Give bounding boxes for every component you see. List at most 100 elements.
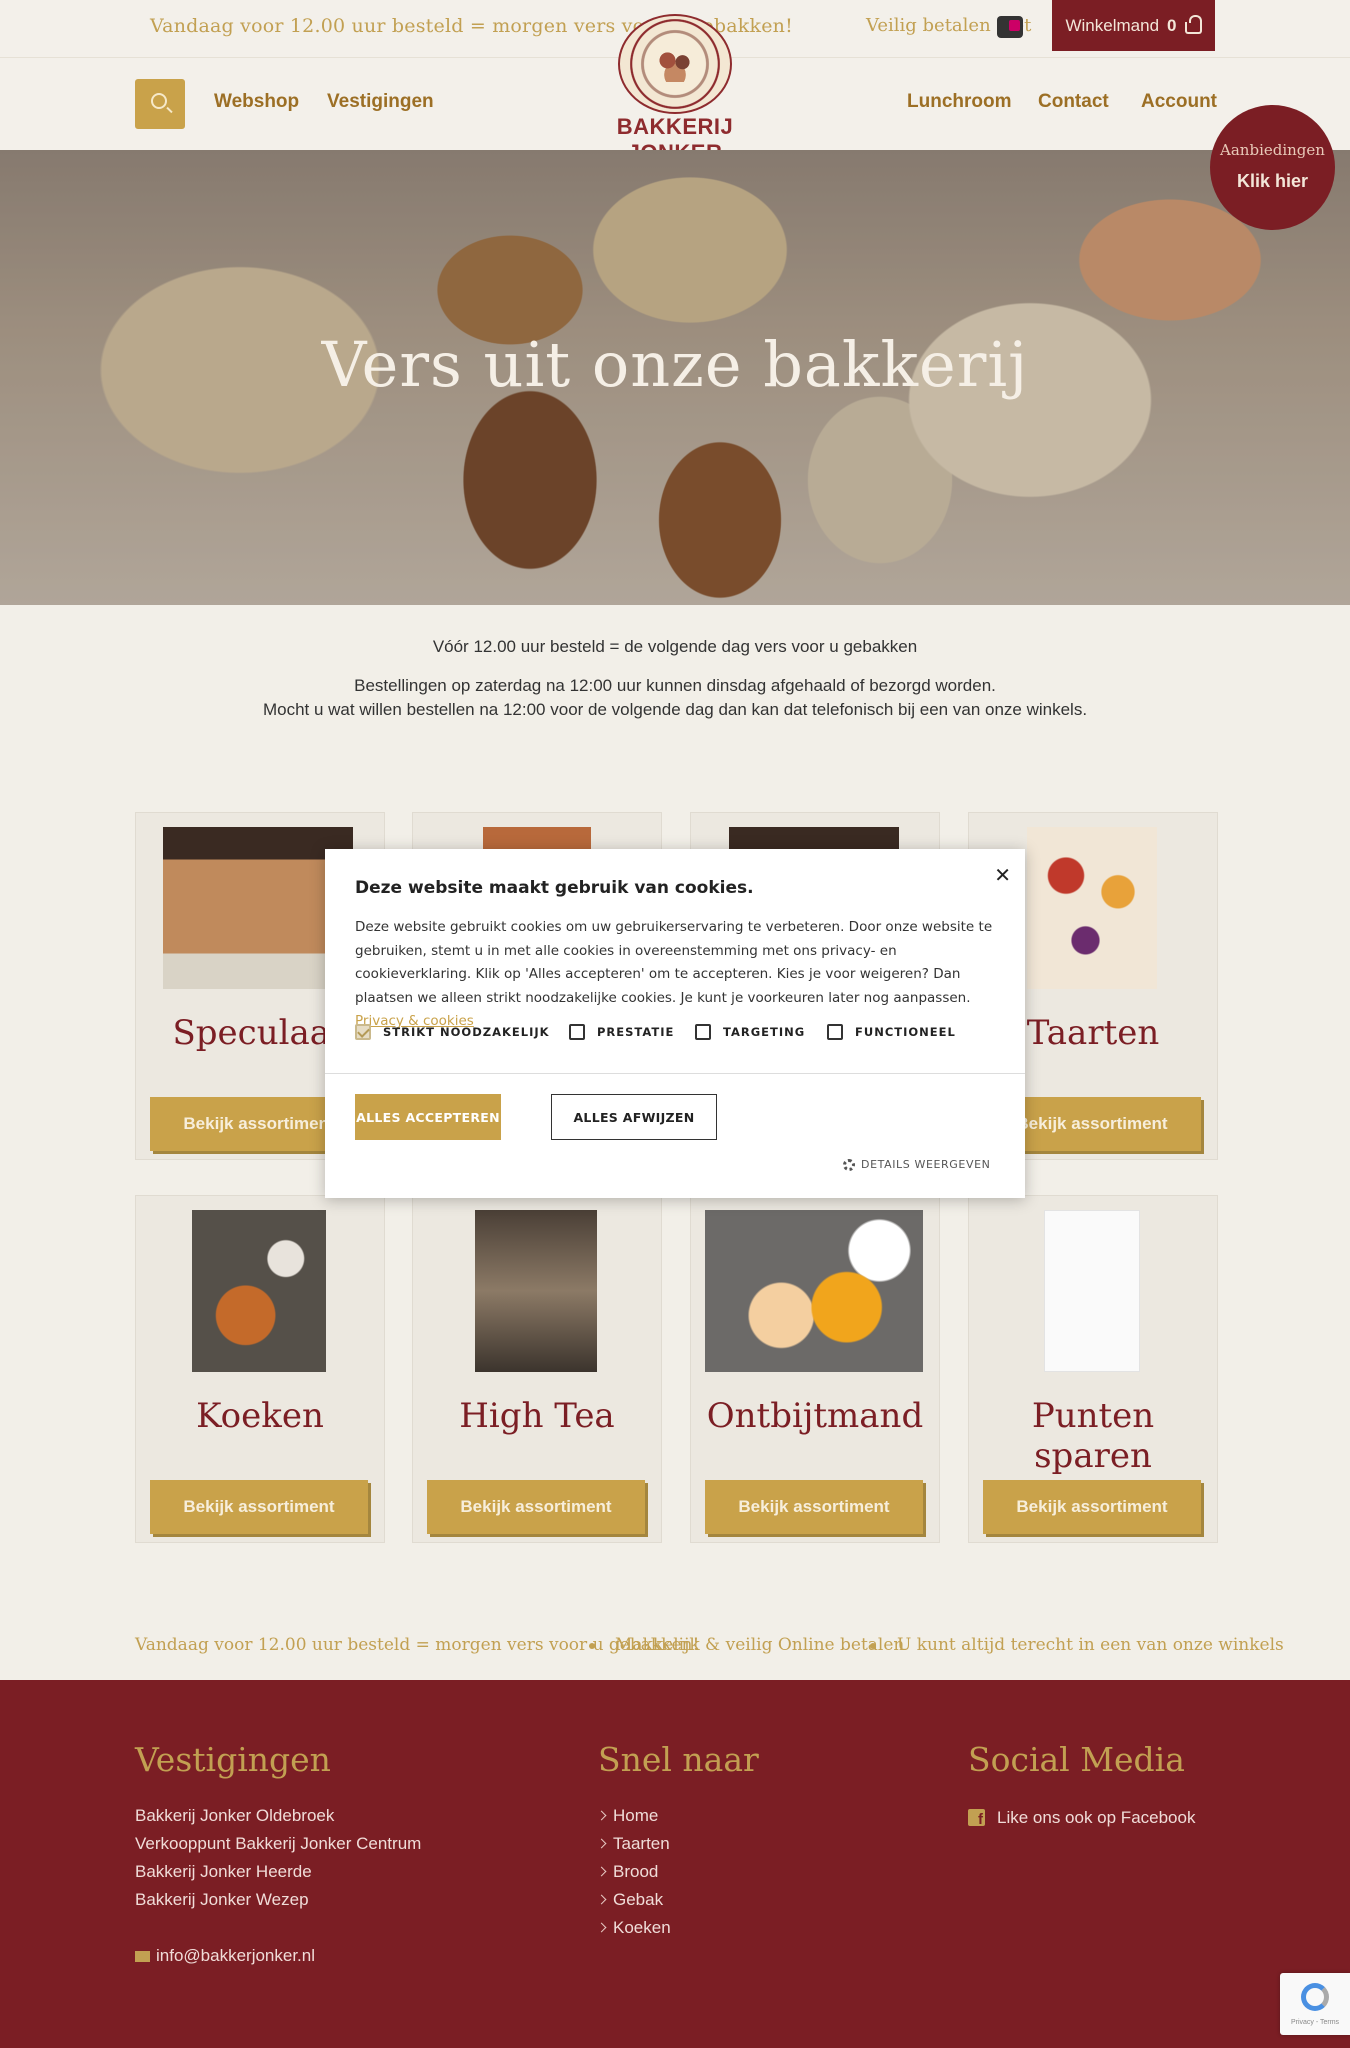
- envelope-icon: [135, 1951, 150, 1962]
- recaptcha-badge[interactable]: Privacy - Terms: [1280, 1973, 1350, 2035]
- product-name: Punten sparen: [1031, 1396, 1155, 1476]
- checkbox-icon: [695, 1024, 711, 1040]
- footer-location-link[interactable]: Verkooppunt Bakkerij Jonker Centrum: [135, 1834, 421, 1854]
- cookie-body: Deze website gebruikt cookies om uw gebr…: [355, 916, 1005, 1034]
- nav-webshop[interactable]: Webshop: [214, 91, 299, 113]
- footer-quicklink-label: Taarten: [613, 1834, 670, 1853]
- checkbox-label: STRIKT NOODZAKELIJK: [383, 1025, 550, 1039]
- checkbox-icon: [569, 1024, 585, 1040]
- ideal-icon: [997, 16, 1023, 38]
- checkbox-performance[interactable]: PRESTATIE: [569, 1024, 674, 1040]
- cart-label: Winkelmand: [1065, 15, 1160, 35]
- checkbox-label: PRESTATIE: [597, 1025, 675, 1039]
- footer-quicklink-label: Gebak: [613, 1890, 664, 1909]
- footer-email-link[interactable]: info@bakkerjonker.nl: [135, 1946, 315, 1966]
- checkbox-label: TARGETING: [723, 1025, 806, 1039]
- close-icon[interactable]: ✕: [994, 863, 1011, 887]
- facebook-icon: [968, 1809, 985, 1828]
- info-line-2: Bestellingen op zaterdag na 12:00 uur ku…: [354, 676, 996, 695]
- chevron-right-icon: [596, 1866, 607, 1877]
- product-image[interactable]: [1027, 827, 1157, 989]
- checkbox-strictly-necessary[interactable]: STRIKT NOODZAKELIJK: [355, 1024, 550, 1040]
- recaptcha-icon: [1301, 1983, 1329, 2011]
- show-details-button[interactable]: DETAILS WEERGEVEN: [843, 1158, 990, 1171]
- footer-quicklink[interactable]: Taarten: [596, 1834, 670, 1854]
- product-card: Koeken Bekijk assortiment: [135, 1195, 385, 1543]
- usp-item: Makkelijk & veilig Online betalen: [615, 1635, 905, 1655]
- product-name: Ontbijtmand: [706, 1396, 924, 1436]
- chevron-right-icon: [596, 1838, 607, 1849]
- reject-all-button[interactable]: ALLES AFWIJZEN: [551, 1094, 717, 1140]
- product-card: Punten sparen Bekijk assortiment: [968, 1195, 1218, 1543]
- footer-vestigingen-title: Vestigingen: [135, 1740, 331, 1779]
- footer-quicklink[interactable]: Koeken: [596, 1918, 671, 1938]
- accept-all-button[interactable]: ALLES ACCEPTEREN: [355, 1094, 501, 1140]
- footer-quicklink[interactable]: Brood: [596, 1862, 659, 1882]
- gear-icon: [843, 1158, 855, 1171]
- product-image[interactable]: [705, 1210, 923, 1372]
- checkbox-label: FUNCTIONEEL: [855, 1025, 956, 1039]
- facebook-link[interactable]: Like ons ook op Facebook: [968, 1806, 1195, 1828]
- logo[interactable]: BAKKERIJ JONKER: [570, 10, 780, 165]
- product-card: High Tea Bekijk assortiment: [412, 1195, 662, 1543]
- product-card: Ontbijtmand Bekijk assortiment: [690, 1195, 940, 1543]
- product-image[interactable]: [1044, 1210, 1140, 1372]
- footer-quicklink[interactable]: Home: [596, 1806, 659, 1826]
- product-name: High Tea: [459, 1396, 615, 1436]
- footer-location-link[interactable]: Bakkerij Jonker Wezep: [135, 1890, 309, 1910]
- hero-banner: Vers uit onze bakkerij: [0, 150, 1350, 605]
- footer-location-link[interactable]: Bakkerij Jonker Heerde: [135, 1862, 312, 1882]
- cookie-text: Deze website gebruikt cookies om uw gebr…: [355, 919, 993, 1006]
- bullet-icon: [870, 1643, 876, 1649]
- offers-badge-button[interactable]: Aanbiedingen Klik hier: [1210, 105, 1335, 230]
- product-name: Koeken: [196, 1396, 324, 1436]
- nav-lunchroom[interactable]: Lunchroom: [907, 91, 1012, 113]
- product-image[interactable]: [192, 1210, 326, 1372]
- recaptcha-terms: Privacy - Terms: [1290, 2019, 1340, 2026]
- bullet-icon: [589, 1643, 595, 1649]
- view-assortment-button[interactable]: Bekijk assortiment: [427, 1480, 645, 1534]
- offers-label: Aanbiedingen: [1220, 141, 1325, 159]
- view-assortment-button[interactable]: Bekijk assortiment: [983, 1480, 1201, 1534]
- hero-title: Vers uit onze bakkerij: [321, 328, 1029, 401]
- chevron-right-icon: [596, 1894, 607, 1905]
- footer-quicklink-label: Home: [613, 1806, 659, 1825]
- footer-quicklink-label: Koeken: [613, 1918, 671, 1937]
- logo-badge-icon: [618, 14, 732, 114]
- product-image[interactable]: [475, 1210, 597, 1372]
- view-assortment-button[interactable]: Bekijk assortiment: [705, 1480, 923, 1534]
- footer-social-title: Social Media: [968, 1740, 1185, 1779]
- cookie-title: Deze website maakt gebruik van cookies.: [355, 878, 754, 898]
- checkbox-targeting[interactable]: TARGETING: [695, 1024, 805, 1040]
- basket-icon: [1184, 14, 1202, 34]
- checkbox-functional[interactable]: FUNCTIONEEL: [827, 1024, 956, 1040]
- divider: [325, 1073, 1025, 1074]
- search-icon: [151, 93, 167, 109]
- cart-count: 0: [1167, 15, 1177, 35]
- usp-item: U kunt altijd terecht in een van onze wi…: [897, 1635, 1284, 1655]
- details-label: DETAILS WEERGEVEN: [861, 1158, 991, 1171]
- footer-email: info@bakkerjonker.nl: [156, 1946, 316, 1965]
- cart-button[interactable]: Winkelmand 0: [1052, 0, 1215, 51]
- info-line-3: Mocht u wat willen bestellen na 12:00 vo…: [262, 700, 1088, 719]
- chevron-right-icon: [596, 1810, 607, 1821]
- search-button[interactable]: [135, 79, 185, 129]
- footer-quicklink[interactable]: Gebak: [596, 1890, 664, 1910]
- info-line-1: Vóór 12.00 uur besteld = de volgende dag…: [432, 637, 918, 656]
- footer: Vestigingen Bakkerij Jonker Oldebroek Ve…: [0, 1680, 1350, 2048]
- offers-cta: Klik hier: [1236, 171, 1309, 191]
- nav-vestigingen[interactable]: Vestigingen: [327, 91, 434, 113]
- footer-quicklinks-title: Snel naar: [598, 1740, 759, 1779]
- checkbox-checked-icon: [355, 1024, 371, 1040]
- usp-ticker: Vandaag voor 12.00 uur besteld = morgen …: [0, 1610, 1350, 1680]
- nav-contact[interactable]: Contact: [1038, 91, 1109, 113]
- chevron-right-icon: [596, 1922, 607, 1933]
- footer-location-link[interactable]: Bakkerij Jonker Oldebroek: [135, 1806, 334, 1826]
- footer-quicklink-label: Brood: [613, 1862, 659, 1881]
- checkbox-icon: [827, 1024, 843, 1040]
- nav-account[interactable]: Account: [1141, 91, 1217, 113]
- view-assortment-button[interactable]: Bekijk assortiment: [150, 1480, 368, 1534]
- cookie-consent-dialog: ✕ Deze website maakt gebruik van cookies…: [325, 849, 1025, 1198]
- order-info: Vóór 12.00 uur besteld = de volgende dag…: [0, 635, 1350, 722]
- facebook-label: Like ons ook op Facebook: [997, 1808, 1196, 1827]
